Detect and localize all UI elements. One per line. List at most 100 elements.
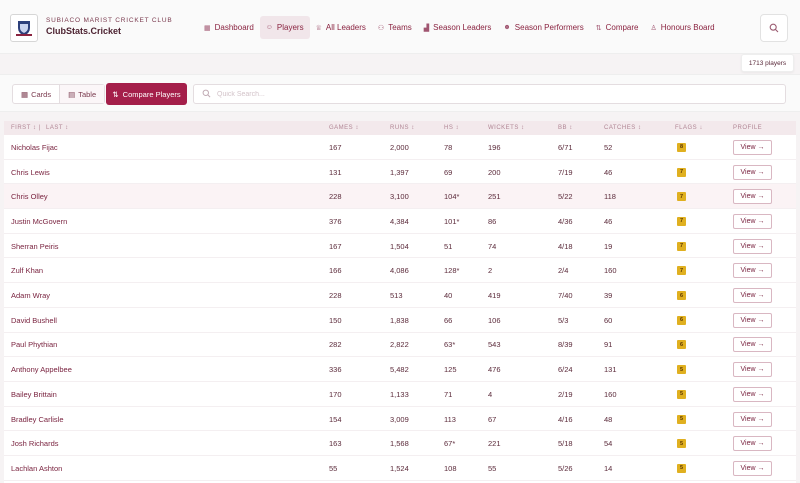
player-name-link[interactable]: Chris Lewis: [11, 160, 50, 185]
cell-runs: 1,504: [390, 241, 409, 251]
table-row[interactable]: Chris Lewis 131 1,397 69 200 7/19 46 7 View →: [4, 160, 796, 185]
cell-catches: 46: [604, 216, 613, 226]
table-row[interactable]: David Bushell 150 1,838 66 106 5/3 60 6 View →: [4, 308, 796, 333]
player-name-link[interactable]: Paul Phythian: [11, 333, 57, 358]
cell-wickets: 74: [488, 241, 497, 251]
player-name-link[interactable]: Justin McGovern: [11, 209, 67, 234]
header-runs[interactable]: RUNS ↕: [390, 125, 415, 131]
cell-hs: 78: [444, 142, 453, 152]
header-flags[interactable]: FLAGS ↓: [675, 125, 703, 131]
trophy-icon: ♕: [315, 24, 322, 32]
cell-profile: View →: [733, 234, 772, 259]
table-row[interactable]: Bradley Carlisle 154 3,009 113 67 4/16 48 5 View…: [4, 407, 796, 432]
table-row[interactable]: Adam Wray 228 513 40 419 7/40 39 6 View →: [4, 283, 796, 308]
player-name-link[interactable]: Nicholas Fijac: [11, 135, 58, 160]
view-profile-button[interactable]: View →: [733, 139, 772, 155]
table-row[interactable]: Chris Olley 228 3,100 104* 251 5/22 118 7 View →: [4, 184, 796, 210]
cell-flags: 7: [677, 209, 686, 234]
cell-wickets: 196: [488, 142, 501, 152]
player-name-link[interactable]: Zulf Khan: [11, 259, 43, 284]
view-profile-button[interactable]: View →: [733, 436, 772, 452]
player-name-link[interactable]: Josh Richards: [11, 431, 59, 456]
nav-honours-board[interactable]: ♙ Honours Board: [645, 16, 721, 39]
view-profile-button[interactable]: View →: [733, 238, 772, 254]
compare-players-button[interactable]: ⇅ Compare Players: [106, 83, 187, 105]
header-games[interactable]: GAMES ↕: [329, 125, 359, 131]
cell-bb: 7/40: [558, 291, 573, 301]
player-name-link[interactable]: Adam Wray: [11, 283, 50, 308]
cell-profile: View →: [733, 135, 772, 160]
view-profile-button[interactable]: View →: [733, 312, 772, 328]
table-row[interactable]: Lachlan Ashton 55 1,524 108 55 5/26 14 5 View →: [4, 456, 796, 481]
nav-label: Season Leaders: [433, 23, 492, 32]
player-name-link[interactable]: David Bushell: [11, 308, 57, 333]
cell-profile: View →: [733, 407, 772, 432]
cards-view-button[interactable]: ▦ Cards: [13, 85, 59, 103]
header-last[interactable]: LAST ↕: [46, 125, 69, 131]
cell-catches: 14: [604, 463, 613, 473]
nav-teams[interactable]: ⚇ Teams: [372, 16, 418, 39]
nav-all-leaders[interactable]: ♕ All Leaders: [310, 16, 372, 39]
flag-count-badge: 7: [677, 266, 686, 276]
cell-hs: 66: [444, 315, 453, 325]
cell-bb: 4/16: [558, 414, 573, 424]
player-name-link[interactable]: Anthony Appelbee: [11, 357, 72, 382]
view-profile-button[interactable]: View →: [733, 189, 772, 205]
club-logo[interactable]: [10, 14, 38, 42]
cell-bb: 5/3: [558, 315, 569, 325]
view-profile-button[interactable]: View →: [733, 411, 772, 427]
header-wickets[interactable]: WICKETS ↕: [488, 125, 525, 131]
header-bb[interactable]: BB ↕: [558, 125, 573, 131]
cell-profile: View →: [733, 431, 772, 456]
table-row[interactable]: Josh Richards 163 1,568 67* 221 5/18 54 5 View →: [4, 431, 796, 457]
table-row[interactable]: Paul Phythian 282 2,822 63* 543 8/39 91 6 View →: [4, 333, 796, 358]
cell-hs: 51: [444, 241, 453, 251]
view-profile-button[interactable]: View →: [733, 362, 772, 378]
player-name-link[interactable]: Bailey Brittain: [11, 382, 57, 407]
header-hs[interactable]: HS ↕: [444, 125, 459, 131]
nav-season-leaders[interactable]: ▟ Season Leaders: [418, 16, 498, 39]
cell-wickets: 4: [488, 389, 493, 399]
nav-players[interactable]: ☺ Players: [259, 16, 310, 39]
cell-flags: 7: [677, 160, 686, 185]
cell-hs: 69: [444, 167, 453, 177]
view-profile-button[interactable]: View →: [733, 386, 772, 402]
cell-games: 228: [329, 291, 342, 301]
table-view-button[interactable]: ▤ Table: [59, 85, 105, 103]
flag-count-badge: 5: [677, 365, 686, 375]
cell-runs: 3,009: [390, 414, 409, 424]
table-label: Table: [78, 89, 97, 99]
view-profile-button[interactable]: View →: [733, 288, 772, 304]
table-row[interactable]: Nicholas Fijac 167 2,000 78 196 6/71 52 8 View →: [4, 135, 796, 160]
view-profile-button[interactable]: View →: [733, 337, 772, 353]
view-profile-button[interactable]: View →: [733, 164, 772, 180]
cell-flags: 5: [677, 407, 686, 432]
view-profile-button[interactable]: View →: [733, 213, 772, 229]
nav-season-performers[interactable]: ☻ Season Performers: [497, 16, 589, 39]
header-profile: PROFILE: [733, 125, 763, 131]
nav-compare[interactable]: ⇅ Compare: [590, 16, 645, 39]
cell-catches: 91: [604, 340, 613, 350]
player-name-link[interactable]: Bradley Carlisle: [11, 407, 64, 432]
header-first[interactable]: FIRST ↕ |: [11, 125, 41, 131]
cell-hs: 113: [444, 414, 456, 424]
header-catches[interactable]: CATCHES ↕: [604, 125, 641, 131]
player-name-link[interactable]: Lachlan Ashton: [11, 456, 62, 481]
view-profile-button[interactable]: View →: [733, 460, 772, 476]
nav-dashboard[interactable]: ▦ Dashboard: [198, 16, 260, 39]
quick-search-input[interactable]: [217, 90, 717, 98]
players-toolbar: ▦ Cards ▤ Table ⇅ Compare Players: [0, 74, 800, 112]
table-row[interactable]: Justin McGovern 376 4,384 101* 86 4/36 46 7 View…: [4, 209, 796, 234]
table-row[interactable]: Anthony Appelbee 336 5,482 125 476 6/24 131 5 Vi…: [4, 357, 796, 382]
search-button[interactable]: [760, 14, 788, 42]
brand-name[interactable]: ClubStats.Cricket: [46, 26, 121, 36]
cell-bb: 2/19: [558, 389, 573, 399]
view-profile-button[interactable]: View →: [733, 263, 772, 279]
table-row[interactable]: Bailey Brittain 170 1,133 71 4 2/19 160 5 View →: [4, 382, 796, 407]
cell-hs: 104*: [444, 192, 460, 202]
player-name-link[interactable]: Chris Olley: [11, 184, 48, 209]
flag-count-badge: 6: [677, 315, 686, 325]
table-row[interactable]: Sherran Peiris 167 1,504 51 74 4/18 19 7 View →: [4, 234, 796, 259]
table-row[interactable]: Zulf Khan 166 4,086 128* 2 2/4 160 7 View →: [4, 259, 796, 284]
player-name-link[interactable]: Sherran Peiris: [11, 234, 59, 259]
